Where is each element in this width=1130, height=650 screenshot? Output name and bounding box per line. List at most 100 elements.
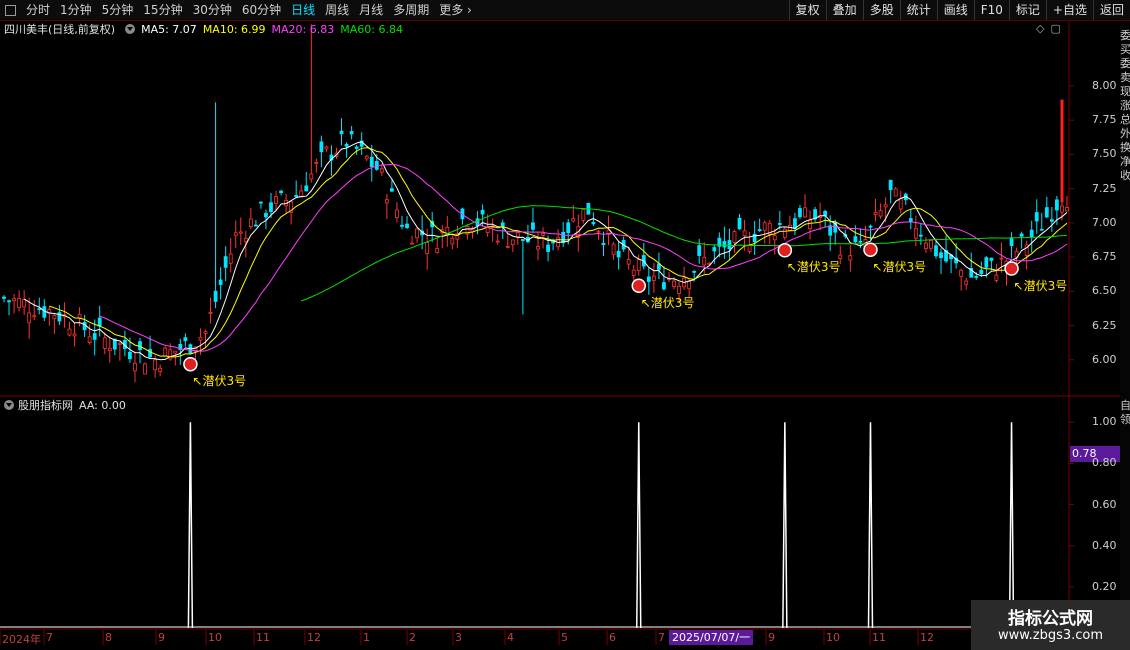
candle — [248, 207, 253, 230]
time-tick-label: 11 — [256, 631, 270, 644]
ma5-line — [23, 141, 1068, 361]
candle — [2, 295, 6, 303]
candle — [309, 24, 314, 183]
chart-canvas[interactable] — [0, 0, 1120, 650]
candle — [772, 228, 777, 255]
indicator-tick-label: 0.60 — [1092, 497, 1117, 511]
candle — [279, 189, 283, 196]
time-tick-label: 4 — [507, 631, 514, 644]
candle — [752, 220, 757, 255]
candle — [183, 333, 188, 347]
candle — [667, 272, 671, 283]
dropdown-icon[interactable] — [125, 24, 136, 34]
candle — [979, 261, 984, 277]
toolbar-button-6[interactable]: 标记 — [1008, 0, 1046, 20]
candle — [344, 142, 349, 158]
candle — [888, 179, 893, 204]
candle — [203, 329, 208, 349]
candle — [37, 297, 42, 315]
toolbar-button-3[interactable]: 统计 — [899, 0, 937, 20]
toolbar-button-7[interactable]: +自选 — [1045, 0, 1093, 20]
candle — [253, 219, 258, 227]
ma20-value: MA20: 6.83 — [271, 22, 335, 36]
period-tab-2[interactable]: 5分钟 — [97, 0, 139, 20]
period-tab-0[interactable]: 分时 — [21, 0, 55, 20]
toolbar-button-1[interactable]: 叠加 — [825, 0, 863, 20]
toolbar-button-0[interactable]: 复权 — [788, 0, 826, 20]
candle — [349, 126, 354, 140]
time-tick-label: 10 — [826, 631, 840, 644]
period-tab-10[interactable]: 更多 › — [434, 0, 477, 20]
time-tick-label: 6 — [609, 631, 616, 644]
indicator-tick-label: 0.80 — [1092, 456, 1117, 470]
top-toolbar: 分时 1分钟 5分钟 15分钟 30分钟 60分钟 日线 周线 月线 多周期 更多 › 复权 叠加 多股… — [0, 0, 1130, 21]
candle — [762, 220, 767, 244]
watermark-title: 指标公式网 — [1008, 609, 1093, 629]
candle — [898, 190, 903, 214]
price-tick-label: 6.75 — [1092, 250, 1117, 264]
close-panel-icon[interactable]: ▢ — [1050, 22, 1060, 35]
price-tick-label: 7.50 — [1092, 147, 1117, 161]
chart-tools: ◇ ▢ — [1036, 22, 1061, 35]
candle — [1029, 220, 1034, 253]
period-tab-9[interactable]: 多周期 — [388, 0, 434, 20]
period-tab-7[interactable]: 周线 — [320, 0, 354, 20]
toolbar-button-2[interactable]: 多股 — [862, 0, 900, 20]
candle — [405, 215, 409, 230]
price-tick-label: 7.00 — [1092, 215, 1117, 229]
candle — [465, 223, 470, 240]
candle — [379, 164, 384, 177]
dropdown-icon[interactable] — [4, 400, 14, 410]
signal-marker — [631, 278, 647, 294]
period-tab-8[interactable]: 月线 — [354, 0, 388, 20]
indicator-spike — [867, 422, 874, 629]
time-tick-label: 10 — [208, 631, 222, 644]
signal-label: ↖潜伏3号 — [640, 295, 695, 310]
candle — [646, 267, 651, 295]
candle — [314, 158, 319, 173]
candle — [651, 262, 656, 293]
candle — [787, 215, 792, 231]
candle — [324, 145, 329, 153]
ma5-value: MA5: 7.07 — [141, 22, 197, 36]
signal-label: ↖潜伏3号 — [192, 374, 247, 389]
candle — [97, 305, 102, 337]
price-tick-label: 8.00 — [1092, 78, 1117, 92]
time-tick-label: 3 — [455, 631, 462, 644]
period-tab-6[interactable]: 日线 — [286, 0, 320, 20]
indicator-spike — [636, 422, 642, 629]
watermark-url: www.zbgs3.com — [997, 628, 1104, 643]
candle — [395, 202, 399, 223]
period-tab-1[interactable]: 1分钟 — [55, 0, 97, 20]
candle — [52, 314, 57, 335]
candle — [657, 252, 661, 280]
candle — [959, 268, 964, 291]
period-tab-4[interactable]: 30分钟 — [188, 0, 237, 20]
candle — [782, 227, 787, 241]
diamond-icon[interactable]: ◇ — [1036, 22, 1044, 35]
toolbar-button-4[interactable]: 画线 — [936, 0, 974, 20]
candle — [662, 266, 666, 291]
time-tick-label: 5 — [561, 631, 568, 644]
toolbar-button-5[interactable]: F10 — [973, 0, 1009, 20]
toolbar-button-8[interactable]: 返回 — [1092, 0, 1130, 20]
candle — [682, 266, 686, 290]
candle — [722, 226, 727, 259]
window-icon[interactable] — [5, 4, 16, 16]
period-tab-5[interactable]: 60分钟 — [237, 0, 286, 20]
candle — [813, 206, 817, 222]
candle — [918, 224, 923, 246]
candle — [994, 263, 999, 283]
candle — [319, 135, 324, 168]
time-tick-label: 2 — [409, 631, 416, 644]
time-tick-label: 12 — [920, 631, 934, 644]
price-tick-label: 6.00 — [1092, 352, 1117, 366]
candle — [67, 321, 72, 337]
candle — [964, 277, 969, 290]
candle — [581, 209, 586, 224]
period-tab-3[interactable]: 15分钟 — [138, 0, 187, 20]
candle — [803, 194, 807, 219]
candle — [793, 212, 797, 236]
signal-marker — [777, 243, 793, 258]
candle — [445, 216, 450, 247]
